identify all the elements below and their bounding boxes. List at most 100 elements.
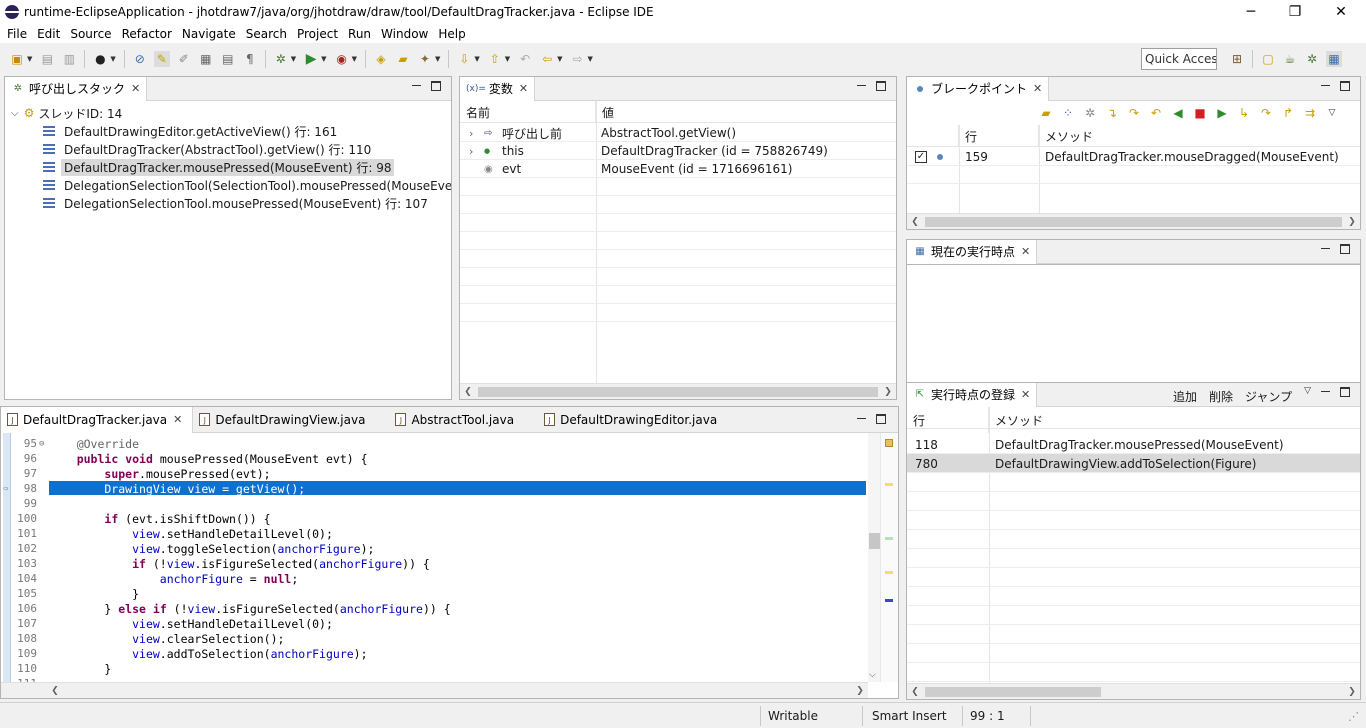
step-over-forward-icon[interactable]: ↷ (1258, 105, 1274, 121)
open-folder-icon[interactable]: ▰ (395, 51, 411, 67)
scroll-left-icon[interactable]: ❮ (907, 684, 923, 699)
vertical-scrollbar[interactable]: ⌵ (868, 433, 880, 682)
code-editor[interactable]: 95 ⊖ @Override 96 public void mousePressed… (1, 433, 898, 682)
close-icon[interactable]: ✕ (519, 82, 528, 95)
scroll-left-icon[interactable]: ❮ (47, 683, 63, 699)
thread-node[interactable]: ⌵ ⚙ スレッドID: 14 (11, 104, 122, 122)
maximize-icon[interactable] (876, 81, 886, 91)
profile-dropdown-icon[interactable]: ▼ (110, 55, 115, 63)
scroll-right-icon[interactable]: ❯ (880, 384, 896, 399)
code-line[interactable]: 98 ⇨ DrawingView view = getView(); (1, 481, 868, 496)
code-line[interactable]: 110 } (1, 661, 868, 676)
scroll-thumb[interactable] (478, 387, 878, 397)
column-header-method[interactable]: メソッド (989, 407, 1359, 433)
current-exec-tab[interactable]: ▦ 現在の実行時点 ✕ (907, 239, 1038, 264)
overview-mark[interactable] (885, 537, 893, 540)
code-line[interactable]: 108 view.clearSelection(); (1, 631, 868, 646)
open-perspective-icon[interactable]: ⊞ (1229, 51, 1245, 67)
code-line[interactable]: 105 } (1, 586, 868, 601)
code-line[interactable]: 103 if (!view.isFigureSelected(anchorFig… (1, 556, 868, 571)
scroll-right-icon[interactable]: ❯ (852, 683, 868, 699)
code-line[interactable]: 102 view.toggleSelection(anchorFigure); (1, 541, 868, 556)
minimize-window-button[interactable]: ─ (1228, 0, 1274, 24)
bug-icon[interactable]: ✲ (1082, 105, 1098, 121)
toggle-mark-icon[interactable]: ✐ (176, 51, 192, 67)
drop-to-frame-icon[interactable]: ⇉ (1302, 105, 1318, 121)
minimize-icon[interactable] (857, 418, 866, 419)
pilcrow-icon[interactable]: ¶ (242, 51, 258, 67)
overview-ruler[interactable] (880, 433, 898, 682)
external-tools-dropdown-icon[interactable]: ▼ (352, 55, 357, 63)
breakpoints-tab[interactable]: ブレークポイント ✕ (907, 76, 1050, 101)
new-icon[interactable]: ▣ (9, 51, 25, 67)
back-dropdown-icon[interactable]: ▼ (557, 55, 562, 63)
exec-log-tab[interactable]: ⇱ 実行時点の登録 ✕ (907, 382, 1038, 407)
callstack-tab[interactable]: ✲ 呼び出しスタック ✕ (5, 76, 148, 101)
run-dropdown-icon[interactable]: ▼ (321, 55, 326, 63)
menu-window[interactable]: Window (376, 27, 433, 41)
maximize-icon[interactable] (876, 414, 886, 424)
scroll-left-icon[interactable]: ❮ (460, 384, 476, 399)
java-perspective-icon[interactable]: ☕ (1282, 51, 1298, 67)
skip-breakpoints-icon[interactable]: ⊘ (132, 51, 148, 67)
horizontal-scrollbar[interactable]: ❮ ❯ (907, 683, 1360, 699)
minimize-icon[interactable] (1321, 85, 1330, 86)
step-return-icon[interactable]: ↶ (1148, 105, 1164, 121)
minimize-icon[interactable] (412, 85, 421, 86)
exec-log-row[interactable]: 118 DefaultDragTracker.mousePressed(Mouse… (907, 435, 1360, 454)
editor-tab-defaultdragtracker[interactable]: J DefaultDragTracker.java ✕ (1, 406, 194, 433)
return-icon[interactable]: ↱ (1280, 105, 1296, 121)
scroll-down-icon[interactable]: ⌵ (869, 670, 876, 680)
variables-tab[interactable]: (x)= 変数 ✕ (460, 76, 536, 101)
step-over-icon[interactable]: ↷ (1126, 105, 1142, 121)
column-header-name[interactable]: 名前 (460, 101, 596, 123)
forward-icon[interactable]: ⇨ (570, 51, 586, 67)
menu-file[interactable]: File (2, 27, 32, 41)
fold-collapse-icon[interactable]: ⊖ (39, 439, 44, 449)
breakpoint-row[interactable]: ✓ 159 DefaultDragTracker.mouseDragged(Mous… (907, 148, 1360, 166)
menu-refactor[interactable]: Refactor (117, 27, 177, 41)
code-line[interactable]: 109 view.addToSelection(anchorFigure); (1, 646, 868, 661)
menu-run[interactable]: Run (343, 27, 376, 41)
chevron-right-icon[interactable]: › (469, 142, 473, 160)
variable-row[interactable]: ◉ evt MouseEvent (id = 1716696161) (460, 160, 896, 178)
search-dropdown-icon[interactable]: ▼ (435, 55, 440, 63)
debug-dropdown-icon[interactable]: ▼ (291, 55, 296, 63)
scroll-thumb[interactable] (925, 217, 1342, 227)
maximize-icon[interactable] (431, 81, 441, 91)
code-line[interactable]: 107 view.setHandleDetailLevel(0); (1, 616, 868, 631)
column-header-value[interactable]: 値 (596, 101, 896, 123)
scroll-right-icon[interactable]: ❯ (1344, 684, 1360, 699)
close-icon[interactable]: ✕ (173, 413, 182, 426)
overview-mark[interactable] (885, 571, 893, 574)
minimize-icon[interactable] (1321, 248, 1330, 249)
close-icon[interactable]: ✕ (1021, 245, 1030, 258)
code-line[interactable]: 100 if (evt.isShiftDown()) { (1, 511, 868, 526)
code-line[interactable]: 106 } else if (!view.isFigureSelected(an… (1, 601, 868, 616)
menu-search[interactable]: Search (241, 27, 292, 41)
debug-perspective-icon[interactable]: ✲ (1304, 51, 1320, 67)
search-tool-icon[interactable]: ✦ (417, 51, 433, 67)
code-line[interactable]: 96 public void mousePressed(MouseEvent e… (1, 451, 868, 466)
breakpoint-checkbox[interactable]: ✓ (915, 151, 927, 163)
scroll-thumb[interactable] (925, 687, 1101, 697)
step-into-icon[interactable]: ↴ (1104, 105, 1120, 121)
stack-frame[interactable]: DelegationSelectionTool(SelectionTool).m… (43, 176, 451, 194)
overview-mark[interactable] (885, 599, 893, 602)
insert-mode-status[interactable]: Smart Insert (872, 706, 947, 726)
back-icon[interactable]: ⇦ (539, 51, 555, 67)
close-window-button[interactable]: ✕ (1318, 0, 1364, 24)
highlight-icon[interactable]: ✎ (153, 51, 170, 67)
code-line[interactable]: 99 (1, 496, 868, 511)
horizontal-scrollbar[interactable]: ❮ ❯ (907, 213, 1360, 229)
stack-frame[interactable]: DefaultDragTracker.mousePressed(MouseEve… (43, 158, 395, 176)
maximize-icon[interactable] (1340, 81, 1350, 91)
overview-mark[interactable] (885, 483, 893, 486)
resource-perspective-icon[interactable]: ▢ (1260, 51, 1276, 67)
toggle-block-icon[interactable]: ▦ (198, 51, 214, 67)
stack-frame[interactable]: DefaultDragTracker(AbstractTool).getView… (43, 140, 374, 158)
menu-help[interactable]: Help (433, 27, 470, 41)
overview-warning-icon[interactable] (885, 439, 893, 447)
step-forward-icon[interactable]: ↳ (1236, 105, 1252, 121)
menu-source[interactable]: Source (65, 27, 116, 41)
